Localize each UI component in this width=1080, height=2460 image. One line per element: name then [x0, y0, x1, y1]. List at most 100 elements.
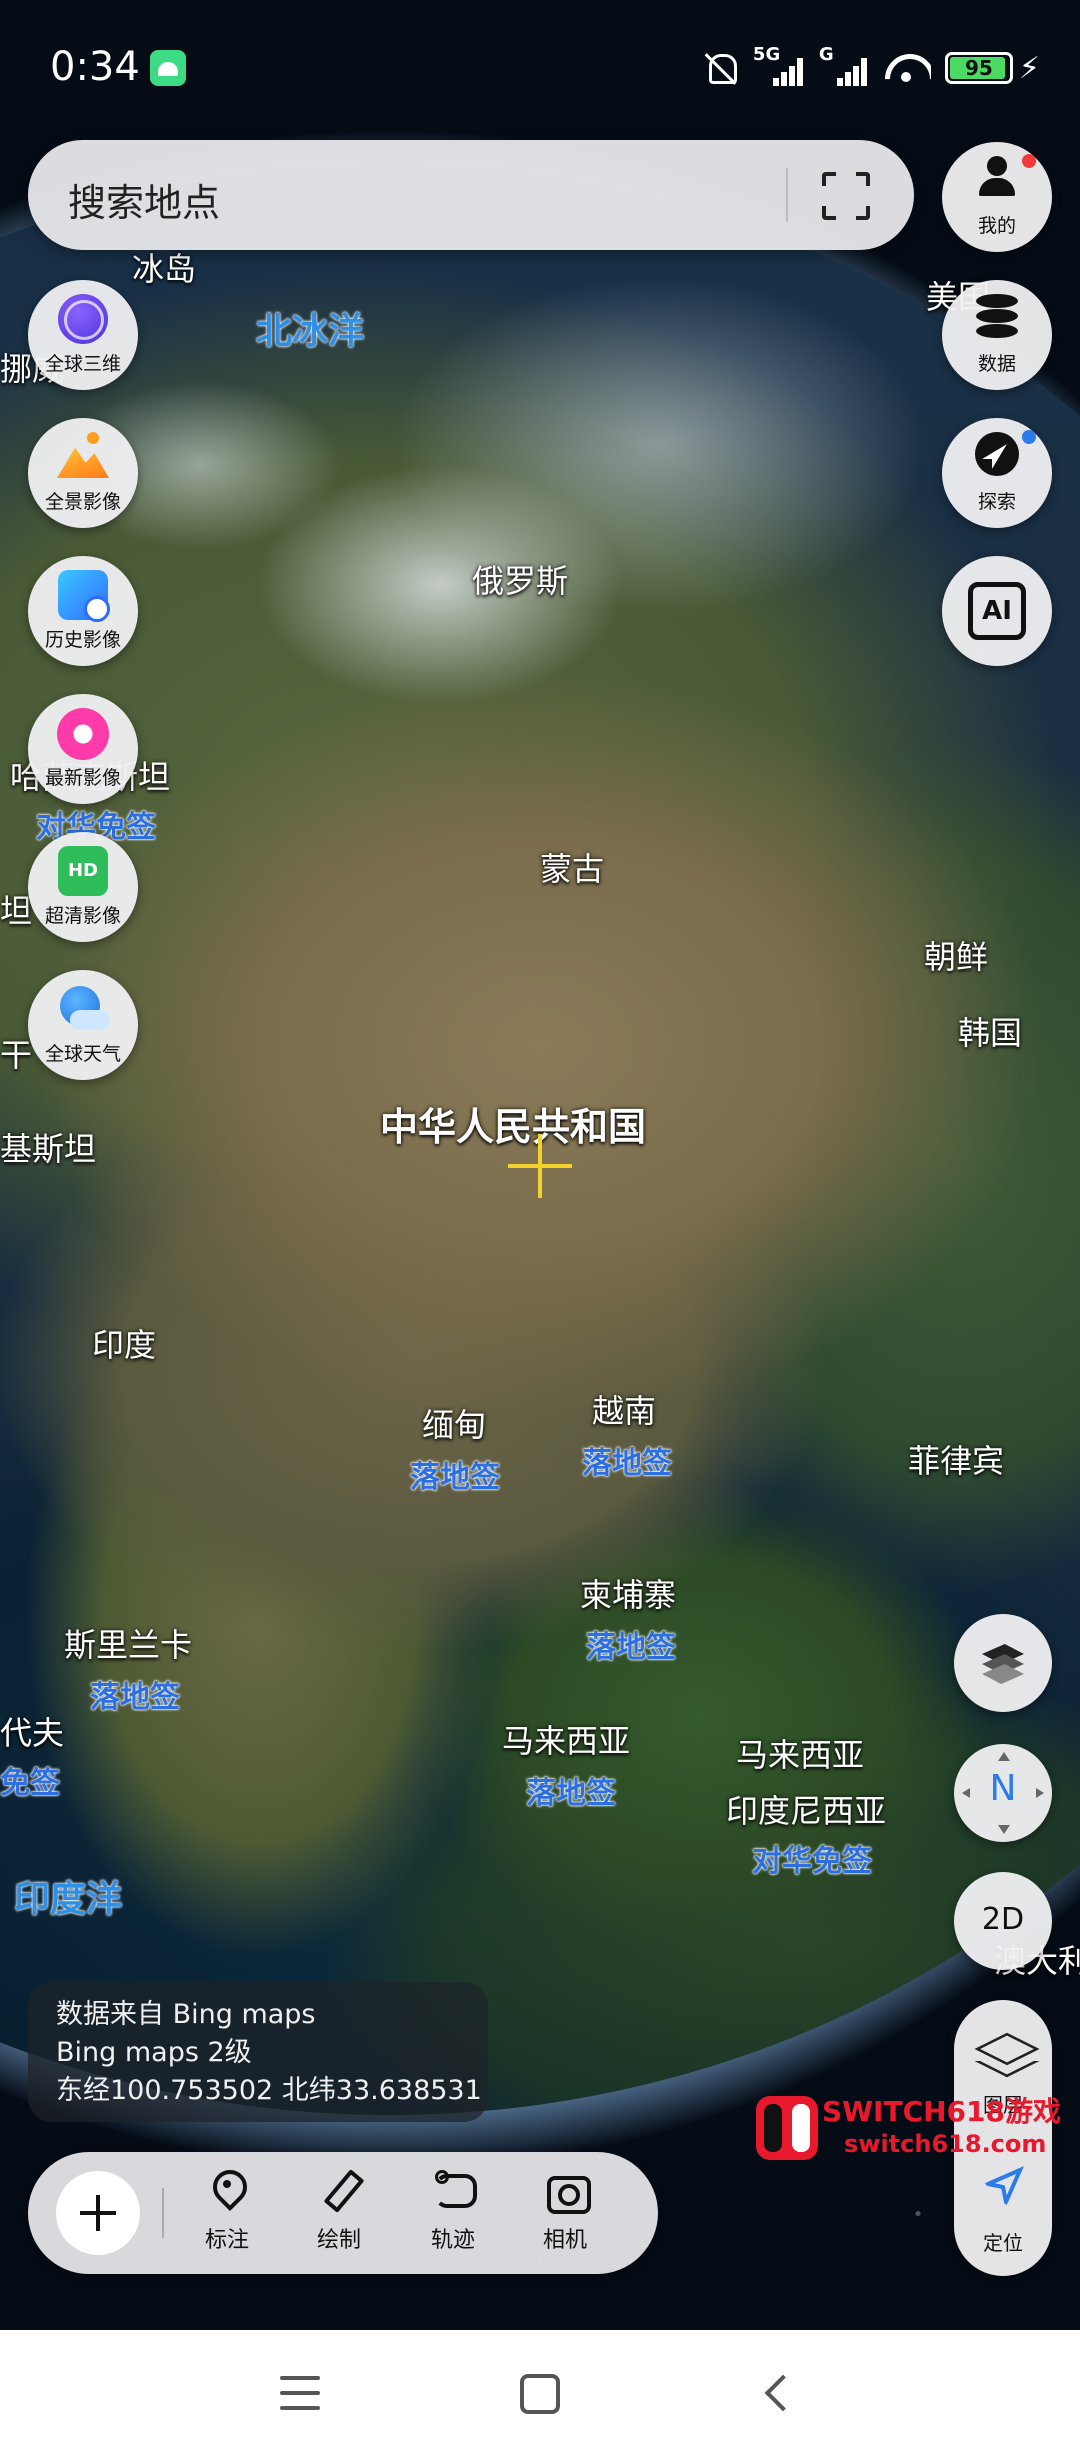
compass-icon — [975, 432, 1019, 476]
add-button[interactable] — [56, 2171, 140, 2255]
latest-imagery-icon — [57, 708, 109, 760]
signal-g-tag: G — [818, 44, 834, 65]
coordinates-text: 东经100.753502 北纬33.638531 — [56, 2075, 482, 2106]
map-label-sri-lanka-promo: 落地签 — [90, 1680, 180, 1715]
menu-icon[interactable] — [280, 2376, 320, 2410]
data-label: 数据 — [977, 353, 1016, 375]
map-label-malaysia-west: 马来西亚 — [502, 1722, 631, 1760]
explore-button[interactable]: 探索 — [942, 418, 1052, 528]
status-time: 0:34 — [50, 44, 140, 90]
data-source-text: 数据来自 Bing maps — [56, 1999, 316, 2030]
search-divider — [786, 168, 788, 222]
map-label-india: 印度 — [92, 1326, 157, 1364]
watermark-url: switch618.com — [844, 2130, 1047, 2158]
hd-imagery-button[interactable]: HD 超清影像 — [28, 832, 138, 942]
android-notification-icon — [150, 50, 186, 86]
map-label-indonesia: 印度尼西亚 — [726, 1792, 887, 1830]
pin-icon — [209, 2170, 245, 2210]
toolbar-divider — [162, 2188, 164, 2238]
mode-2d-button[interactable]: 2D — [954, 1872, 1052, 1970]
back-icon[interactable] — [764, 2374, 802, 2412]
history-imagery-label: 历史影像 — [44, 629, 121, 651]
map-label-vietnam: 越南 — [592, 1392, 657, 1430]
locate-label: 定位 — [983, 2231, 1023, 2255]
map-label-iceland: 冰岛 — [132, 250, 197, 288]
map-label-malaysia-west-promo: 落地签 — [526, 1776, 616, 1811]
silent-mode-icon — [703, 50, 739, 86]
charging-bolt-icon: ⚡ — [1018, 50, 1040, 86]
crosshair-icon — [508, 1134, 572, 1198]
status-bar: 0:34 5G G 95 ⚡ — [0, 0, 1080, 130]
battery-icon: 95 — [944, 52, 1013, 84]
track-button[interactable]: 轨迹 — [408, 2170, 498, 2260]
map-label-pakistan: 基斯坦 — [0, 1130, 97, 1168]
notification-dot — [1022, 154, 1036, 168]
search-bar[interactable]: 搜索地点 — [28, 140, 914, 250]
bottom-toolbar: 标注 绘制 轨迹 相机 — [28, 2152, 658, 2274]
wifi-icon — [885, 50, 931, 86]
explore-label: 探索 — [977, 491, 1016, 513]
signal-5g-tag: 5G — [752, 44, 781, 65]
map-label-malaysia-east: 马来西亚 — [736, 1736, 865, 1774]
watermark-title: SWITCH618游戏 — [822, 2095, 1061, 2128]
track-icon — [435, 2170, 477, 2210]
camera-label: 相机 — [542, 2228, 587, 2253]
search-input[interactable]: 搜索地点 — [68, 172, 220, 227]
draw-button[interactable]: 绘制 — [294, 2170, 384, 2260]
system-nav-bar — [0, 2330, 1080, 2460]
map-label-sri-lanka: 斯里兰卡 — [64, 1626, 193, 1664]
draw-label: 绘制 — [316, 2228, 361, 2253]
map-label-indian-ocean: 印度洋 — [14, 1879, 123, 1920]
draw-icon — [321, 2170, 357, 2210]
layers-icon — [982, 2036, 1024, 2080]
global-3d-label: 全球三维 — [44, 353, 121, 375]
mark-label: 标注 — [204, 2228, 249, 2253]
signal-5g-icon: 5G — [753, 44, 805, 86]
global-weather-button[interactable]: 全球天气 — [28, 970, 138, 1080]
panorama-label: 全景影像 — [44, 491, 121, 513]
watermark-logo-icon — [756, 2096, 818, 2160]
globe-3d-icon — [58, 294, 108, 344]
map-label-myanmar-promo: 落地签 — [410, 1460, 500, 1495]
latest-imagery-label: 最新影像 — [44, 767, 121, 789]
latest-imagery-button[interactable]: 最新影像 — [28, 694, 138, 804]
mark-button[interactable]: 标注 — [182, 2170, 272, 2260]
profile-button[interactable]: 我的 — [942, 142, 1052, 252]
map-label-cambodia-promo: 落地签 — [586, 1630, 676, 1665]
fullscreen-scan-icon[interactable] — [822, 172, 870, 220]
map-info-box: 数据来自 Bing maps Bing maps 2级 东经100.753502… — [28, 1982, 488, 2122]
user-icon — [977, 156, 1017, 200]
zoom-level-text: Bing maps 2级 — [56, 2037, 252, 2068]
map-label-indonesia-promo: 对华免签 — [752, 1844, 872, 1879]
map-label-mongolia: 蒙古 — [540, 850, 605, 888]
layer-switch-button[interactable] — [954, 1614, 1052, 1712]
data-button[interactable]: 数据 — [942, 280, 1052, 390]
home-icon[interactable] — [520, 2374, 560, 2414]
database-icon — [976, 294, 1018, 338]
global-weather-label: 全球天气 — [44, 1043, 121, 1065]
map-label-myanmar: 缅甸 — [422, 1406, 487, 1444]
track-label: 轨迹 — [430, 2228, 475, 2253]
profile-label: 我的 — [977, 215, 1016, 237]
rotate-up-icon — [998, 1752, 1010, 1761]
ai-button[interactable]: AI — [942, 556, 1052, 666]
locate-arrow-icon — [984, 2166, 1024, 2206]
status-icons: 5G G 95 ⚡ — [703, 44, 1040, 90]
compass-north-button[interactable]: N — [954, 1744, 1052, 1842]
hd-imagery-icon: HD — [58, 846, 108, 896]
map-label-cambodia: 柬埔寨 — [580, 1576, 677, 1614]
ai-chip-icon: AI — [968, 582, 1026, 640]
history-imagery-button[interactable]: 历史影像 — [28, 556, 138, 666]
camera-icon — [547, 2170, 591, 2214]
map-label-maldives: 代夫 — [0, 1714, 65, 1752]
camera-button[interactable]: 相机 — [520, 2170, 610, 2260]
weather-icon — [56, 984, 110, 1034]
rotate-down-icon — [998, 1825, 1010, 1834]
panorama-button[interactable]: 全景影像 — [28, 418, 138, 528]
global-3d-button[interactable]: 全球三维 — [28, 280, 138, 390]
map-label-russia: 俄罗斯 — [472, 562, 569, 600]
map-view[interactable]: 冰岛 北冰洋 美国 挪威 俄罗斯 哈萨克斯坦 对华免签 坦 蒙古 朝鲜 韩国 干… — [0, 0, 1080, 2330]
panorama-icon — [57, 432, 109, 478]
map-label-philippines: 菲律宾 — [908, 1442, 1005, 1480]
mode-2d-label: 2D — [981, 1902, 1025, 1937]
